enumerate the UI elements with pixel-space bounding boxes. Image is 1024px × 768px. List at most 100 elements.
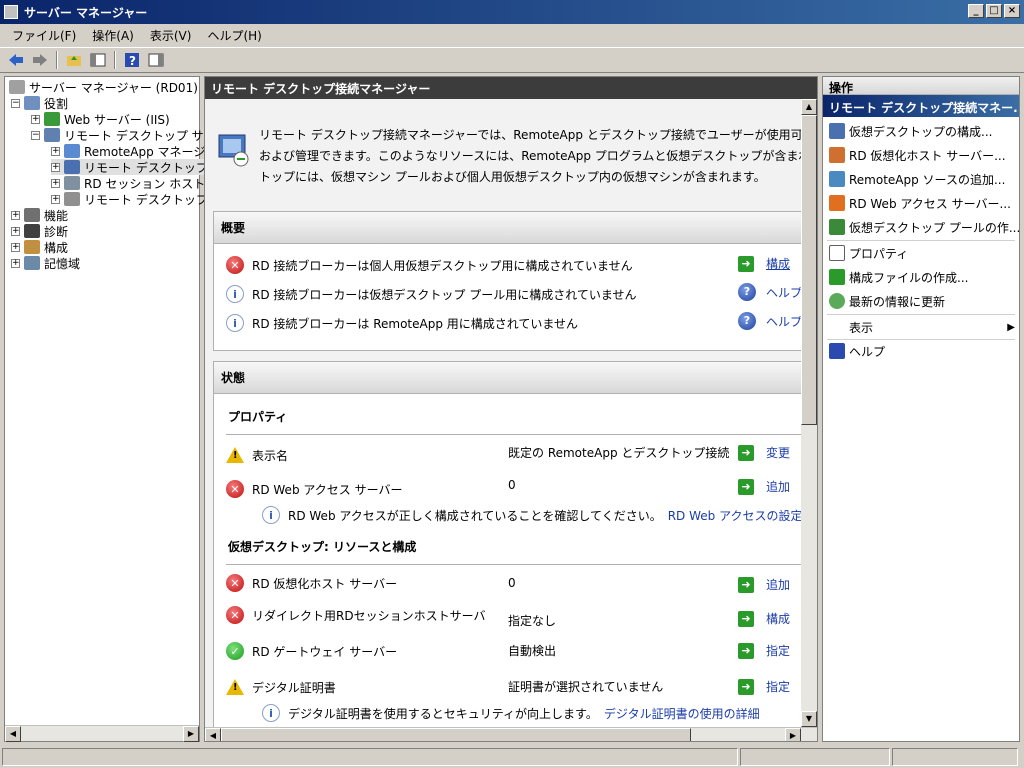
- up-folder-icon[interactable]: [64, 50, 84, 70]
- content-vertical-scrollbar[interactable]: ▲ ▼: [801, 99, 817, 727]
- property-row: ✕ RD Web アクセス サーバー: [226, 478, 402, 500]
- scroll-thumb[interactable]: [801, 115, 817, 425]
- status-bar-pane: [892, 748, 1018, 766]
- content-scroll-area: リモート デスクトップ接続マネージャーでは、RemoteApp とデスクトップ接…: [205, 99, 801, 727]
- action-rd-web-access-server[interactable]: RD Web アクセス サーバー...: [829, 193, 1015, 213]
- action-add-remoteapp-source[interactable]: RemoteApp ソースの追加...: [829, 169, 1015, 189]
- overview-row: i RD 接続ブローカーは仮想デスクトップ プール用に構成されていません: [226, 283, 637, 305]
- menu-action[interactable]: 操作(A): [86, 25, 140, 46]
- overview-row: ✕ RD 接続ブローカーは個人用仮想デスクトップ用に構成されていません: [226, 254, 633, 276]
- go-arrow-icon: ➜: [738, 642, 754, 659]
- show-action-pane-icon[interactable]: [146, 50, 166, 70]
- help-link[interactable]: ? ヘルプ: [738, 283, 801, 301]
- server-manager-icon: [4, 5, 18, 19]
- add-link[interactable]: ➜ 追加: [738, 576, 790, 593]
- error-icon: ✕: [226, 256, 244, 274]
- overview-panel: 概要 ✕ RD 接続ブローカーは個人用仮想デスクトップ用に構成されていません ➜ 構…: [213, 211, 801, 351]
- property-value: 指定なし: [508, 614, 557, 628]
- tree-item-features[interactable]: + 機能: [11, 207, 68, 223]
- scroll-left-icon[interactable]: ◀: [205, 728, 221, 741]
- connection-manager-large-icon: [218, 134, 249, 167]
- configure-link[interactable]: ➜ 構成: [738, 610, 790, 627]
- content-horizontal-scrollbar[interactable]: ◀ ▶: [205, 727, 817, 741]
- menu-view[interactable]: 表示(V): [144, 25, 198, 46]
- virtualization-host-icon: [829, 147, 845, 163]
- rd-web-access-settings-link[interactable]: RD Web アクセスの設定: [668, 507, 801, 524]
- go-arrow-icon: ➜: [738, 576, 754, 593]
- error-icon: ✕: [226, 574, 244, 592]
- warning-icon: !: [226, 446, 244, 464]
- tree-item-diagnostics[interactable]: + 診断: [11, 223, 68, 239]
- action-rd-virtualization-host[interactable]: RD 仮想化ホスト サーバー...: [829, 145, 1015, 165]
- property-row: ! デジタル証明書: [226, 676, 336, 698]
- svg-text:?: ?: [129, 54, 136, 68]
- scroll-left-icon[interactable]: ◀: [5, 726, 21, 742]
- scroll-right-icon[interactable]: ▶: [183, 726, 199, 742]
- go-arrow-icon: ➜: [738, 255, 754, 272]
- property-value: 0: [508, 478, 516, 492]
- action-create-config-file[interactable]: 構成ファイルの作成...: [829, 267, 1015, 287]
- configure-link[interactable]: ➜ 構成: [738, 255, 790, 272]
- storage-icon: [24, 256, 40, 270]
- info-icon: i: [226, 285, 244, 303]
- tree-item-roles[interactable]: − 役割: [11, 95, 68, 111]
- scroll-down-icon[interactable]: ▼: [801, 711, 817, 727]
- show-hide-tree-icon[interactable]: [88, 50, 108, 70]
- status-bar-pane: [740, 748, 890, 766]
- specify-link[interactable]: ➜ 指定: [738, 678, 790, 695]
- status-bar-pane: [2, 748, 738, 766]
- action-refresh[interactable]: 最新の情報に更新: [829, 291, 1015, 311]
- note-row: i RD Web アクセスが正しく構成されていることを確認してください。 RD We…: [262, 504, 801, 526]
- ok-check-icon: ✓: [226, 642, 244, 660]
- remoteapp-icon: [64, 144, 80, 158]
- property-row: ! 表示名: [226, 444, 288, 466]
- action-configure-virtual-desktops[interactable]: 仮想デスクトップの構成...: [829, 121, 1015, 141]
- forward-icon[interactable]: [30, 50, 50, 70]
- minimize-button[interactable]: _: [968, 4, 984, 18]
- property-row: ✕ リダイレクト用RDセッションホストサーバ: [226, 604, 485, 626]
- action-help[interactable]: ヘルプ: [829, 341, 1015, 361]
- tree-item-configuration[interactable]: + 構成: [11, 239, 68, 255]
- scroll-thumb[interactable]: [221, 728, 691, 741]
- menu-file[interactable]: ファイル(F): [6, 25, 82, 46]
- help-link[interactable]: ? ヘルプ: [738, 312, 801, 330]
- navigation-tree: サーバー マネージャー (RD01) − 役割 + Web サーバー (IIS) −…: [4, 76, 335, 742]
- scroll-right-icon[interactable]: ▶: [785, 728, 801, 741]
- go-arrow-icon: ➜: [738, 444, 754, 461]
- tree-horizontal-scrollbar[interactable]: ◀ ▶: [5, 725, 199, 742]
- property-value: 既定の RemoteApp とデスクトップ接続: [508, 446, 730, 460]
- title-bar: サーバー マネージャー _ □ ×: [0, 0, 1024, 24]
- connection-manager-icon: [64, 160, 80, 174]
- roles-icon: [24, 96, 40, 110]
- warning-icon: !: [226, 678, 244, 696]
- back-icon[interactable]: [6, 50, 26, 70]
- scroll-up-icon[interactable]: ▲: [801, 99, 817, 115]
- web-access-icon: [829, 195, 845, 211]
- properties-icon: [829, 245, 845, 261]
- menu-help[interactable]: ヘルプ(H): [201, 25, 267, 46]
- error-icon: ✕: [226, 606, 244, 624]
- action-view-menu[interactable]: 表示 ▶: [829, 317, 1015, 337]
- tree-item-remoteapp-manager[interactable]: + RemoteApp マネージャー: [51, 143, 229, 159]
- property-value: 証明書が選択されていません: [508, 680, 664, 694]
- digital-certificate-link[interactable]: デジタル証明書の使用の詳細: [604, 705, 760, 722]
- content-pane: リモート デスクトップ接続マネージャー リモート デスクトップ接続マネージャーで…: [204, 76, 818, 742]
- status-bar: [0, 746, 1024, 768]
- action-properties[interactable]: プロパティ: [829, 243, 1015, 263]
- desktop-pool-icon: [829, 219, 845, 235]
- status-title: 状態: [214, 362, 801, 394]
- actions-section-header[interactable]: リモート デスクトップ接続マネー...▲: [823, 95, 1019, 117]
- help-icon[interactable]: ?: [122, 50, 142, 70]
- action-create-virtual-desktop-pool[interactable]: 仮想デスクトップ プールの作...: [829, 217, 1020, 237]
- maximize-button[interactable]: □: [986, 4, 1002, 18]
- change-link[interactable]: ➜ 変更: [738, 444, 790, 461]
- help-circle-icon: ?: [738, 312, 756, 330]
- close-button[interactable]: ×: [1004, 4, 1020, 18]
- toolbar: ?: [0, 47, 1024, 73]
- tree-item-storage[interactable]: + 記憶域: [11, 255, 80, 271]
- remoteapp-source-icon: [829, 171, 845, 187]
- tree-item-server-manager[interactable]: サーバー マネージャー (RD01): [9, 79, 198, 95]
- tree-item-web-server[interactable]: + Web サーバー (IIS): [31, 111, 170, 127]
- specify-link[interactable]: ➜ 指定: [738, 642, 790, 659]
- add-link[interactable]: ➜ 追加: [738, 478, 790, 495]
